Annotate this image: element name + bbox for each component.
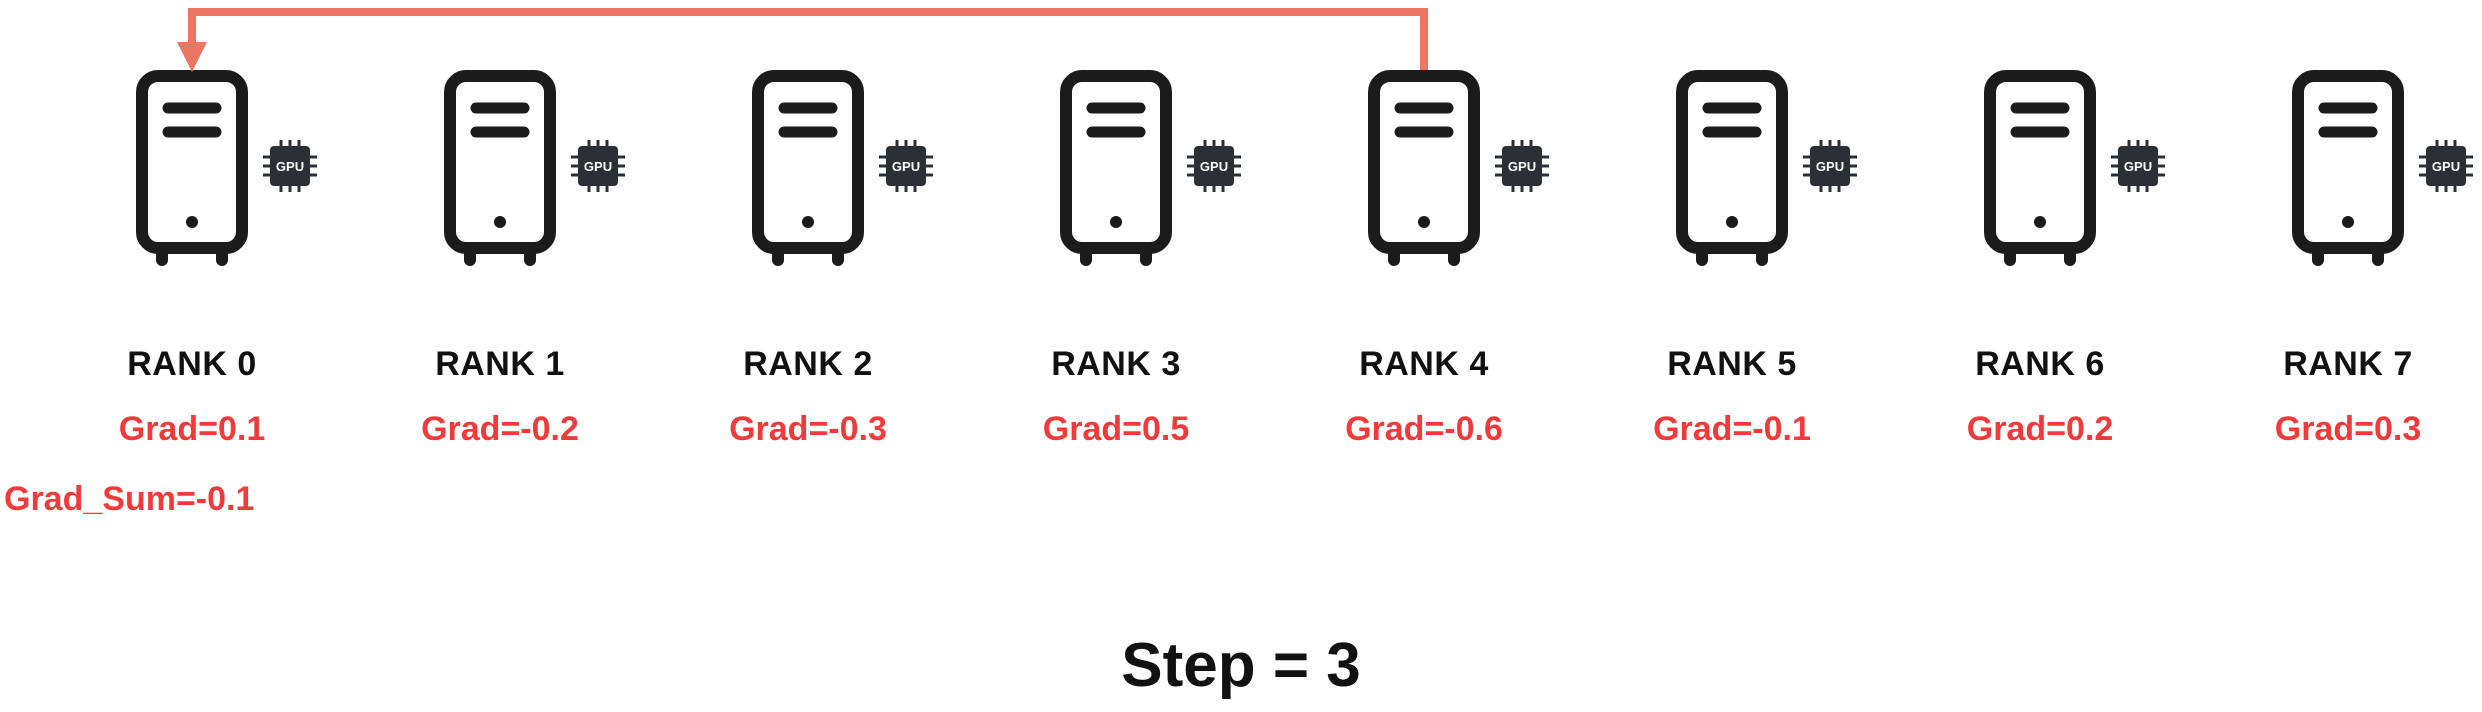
transfer-arrow-line [188,8,1428,70]
rank-label: RANK 0 [127,345,257,383]
server-icon [444,70,556,266]
rank-node: GPU [752,70,933,266]
server-icon [1676,70,1788,266]
gpu-chip-label: GPU [276,159,304,174]
server-icon [2292,70,2404,266]
gpu-chip-icon: GPU [1187,140,1241,192]
gpu-chip-icon: GPU [263,140,317,192]
gpu-chip-icon: GPU [879,140,933,192]
rank-node: GPU [444,70,625,266]
server-icon [1060,70,1172,266]
rank-node: GPU [1984,70,2165,266]
transfer-arrow-head [177,42,207,72]
gpu-chip-label: GPU [584,159,612,174]
grad-sum-label: Grad_Sum=-0.1 [4,480,255,518]
rank-node: GPU [2292,70,2473,266]
rank-node: GPU [136,70,317,266]
rank-nodes: GPU GPU GPU GPU GPU GPU GPU GPU [136,70,2473,266]
grad-value: Grad=-0.2 [421,410,579,448]
gpu-chip-label: GPU [1200,159,1228,174]
gpu-chip-label: GPU [2432,159,2460,174]
rank-node: GPU [1676,70,1857,266]
gpu-chip-label: GPU [2124,159,2152,174]
gpu-chip-label: GPU [892,159,920,174]
server-icon [136,70,248,266]
server-icon [1368,70,1480,266]
rank-label: RANK 6 [1975,345,2105,383]
gpu-chip-label: GPU [1816,159,1844,174]
server-icon [752,70,864,266]
rank-label: RANK 7 [2283,345,2413,383]
gpu-chip-icon: GPU [2111,140,2165,192]
gpu-chip-icon: GPU [1495,140,1549,192]
grad-value: Grad=-0.3 [729,410,887,448]
grad-value: Grad=-0.6 [1345,410,1503,448]
rank-label: RANK 1 [435,345,565,383]
grad-value: Grad=-0.1 [1653,410,1811,448]
rank-label: RANK 5 [1667,345,1797,383]
grad-value: Grad=0.3 [2274,410,2422,448]
gpu-chip-label: GPU [1508,159,1536,174]
grad-value: Grad=0.5 [1042,410,1190,448]
rank-node: GPU [1368,70,1549,266]
grad-value: Grad=0.1 [118,410,266,448]
rank-label: RANK 4 [1359,345,1489,383]
gpu-chip-icon: GPU [1803,140,1857,192]
rank-node: GPU [1060,70,1241,266]
transfer-arrow [177,8,1428,72]
grad-value: Grad=0.2 [1966,410,2114,448]
rank-label: RANK 3 [1051,345,1181,383]
step-label: Step = 3 [1121,631,1361,700]
gpu-chip-icon: GPU [2419,140,2473,192]
gpu-chip-icon: GPU [571,140,625,192]
rank-label: RANK 2 [743,345,873,383]
server-icon [1984,70,2096,266]
